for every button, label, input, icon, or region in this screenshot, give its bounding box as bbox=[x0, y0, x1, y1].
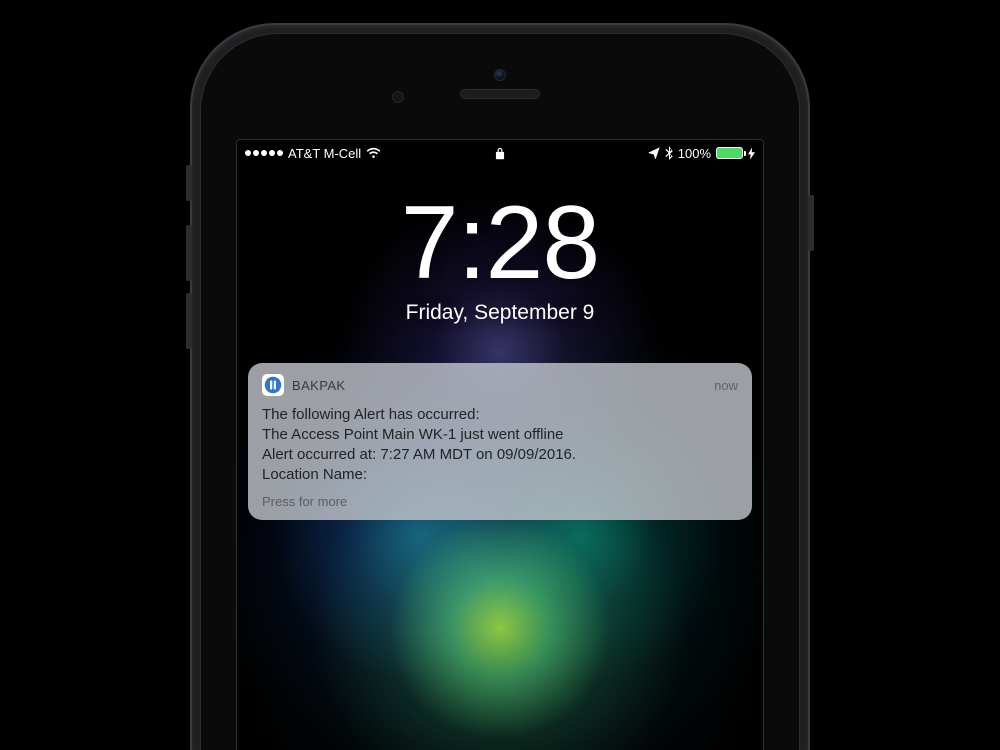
proximity-sensor bbox=[392, 91, 404, 103]
lockscreen-time: 7:28 bbox=[237, 191, 763, 295]
phone-device-frame: AT&T M-Cell 100% bbox=[190, 23, 810, 750]
notification-press-for-more[interactable]: Press for more bbox=[262, 494, 738, 509]
bluetooth-icon bbox=[665, 146, 673, 160]
cell-signal-dots-icon bbox=[245, 150, 283, 156]
notification-app-name: BAKPAK bbox=[292, 378, 345, 393]
app-icon bbox=[262, 374, 284, 396]
lockscreen-date: Friday, September 9 bbox=[237, 301, 763, 325]
battery-percentage: 100% bbox=[678, 146, 711, 161]
volume-up-button[interactable] bbox=[186, 225, 192, 281]
phone-screen[interactable]: AT&T M-Cell 100% bbox=[236, 139, 764, 750]
notification-card[interactable]: BAKPAK now The following Alert has occur… bbox=[248, 363, 752, 520]
status-bar: AT&T M-Cell 100% bbox=[237, 140, 763, 166]
carrier-label: AT&T M-Cell bbox=[288, 146, 361, 161]
notification-body: The following Alert has occurred: The Ac… bbox=[262, 405, 738, 485]
location-arrow-icon bbox=[648, 147, 660, 159]
mute-switch[interactable] bbox=[186, 165, 192, 201]
phone-bezel: AT&T M-Cell 100% bbox=[200, 33, 800, 750]
notification-line: The Access Point Main WK-1 just went off… bbox=[262, 425, 738, 445]
volume-down-button[interactable] bbox=[186, 293, 192, 349]
front-camera bbox=[494, 69, 506, 81]
power-button[interactable] bbox=[808, 195, 814, 251]
notification-header: BAKPAK now bbox=[262, 374, 738, 396]
wifi-icon bbox=[366, 147, 381, 159]
battery-icon bbox=[716, 147, 743, 159]
notification-line: Location Name: bbox=[262, 465, 738, 485]
notification-time: now bbox=[714, 378, 738, 393]
earpiece-speaker bbox=[460, 89, 540, 99]
charging-bolt-icon bbox=[748, 147, 755, 160]
notification-line: The following Alert has occurred: bbox=[262, 405, 738, 425]
notification-line: Alert occurred at: 7:27 AM MDT on 09/09/… bbox=[262, 445, 738, 465]
lock-icon bbox=[495, 147, 505, 160]
